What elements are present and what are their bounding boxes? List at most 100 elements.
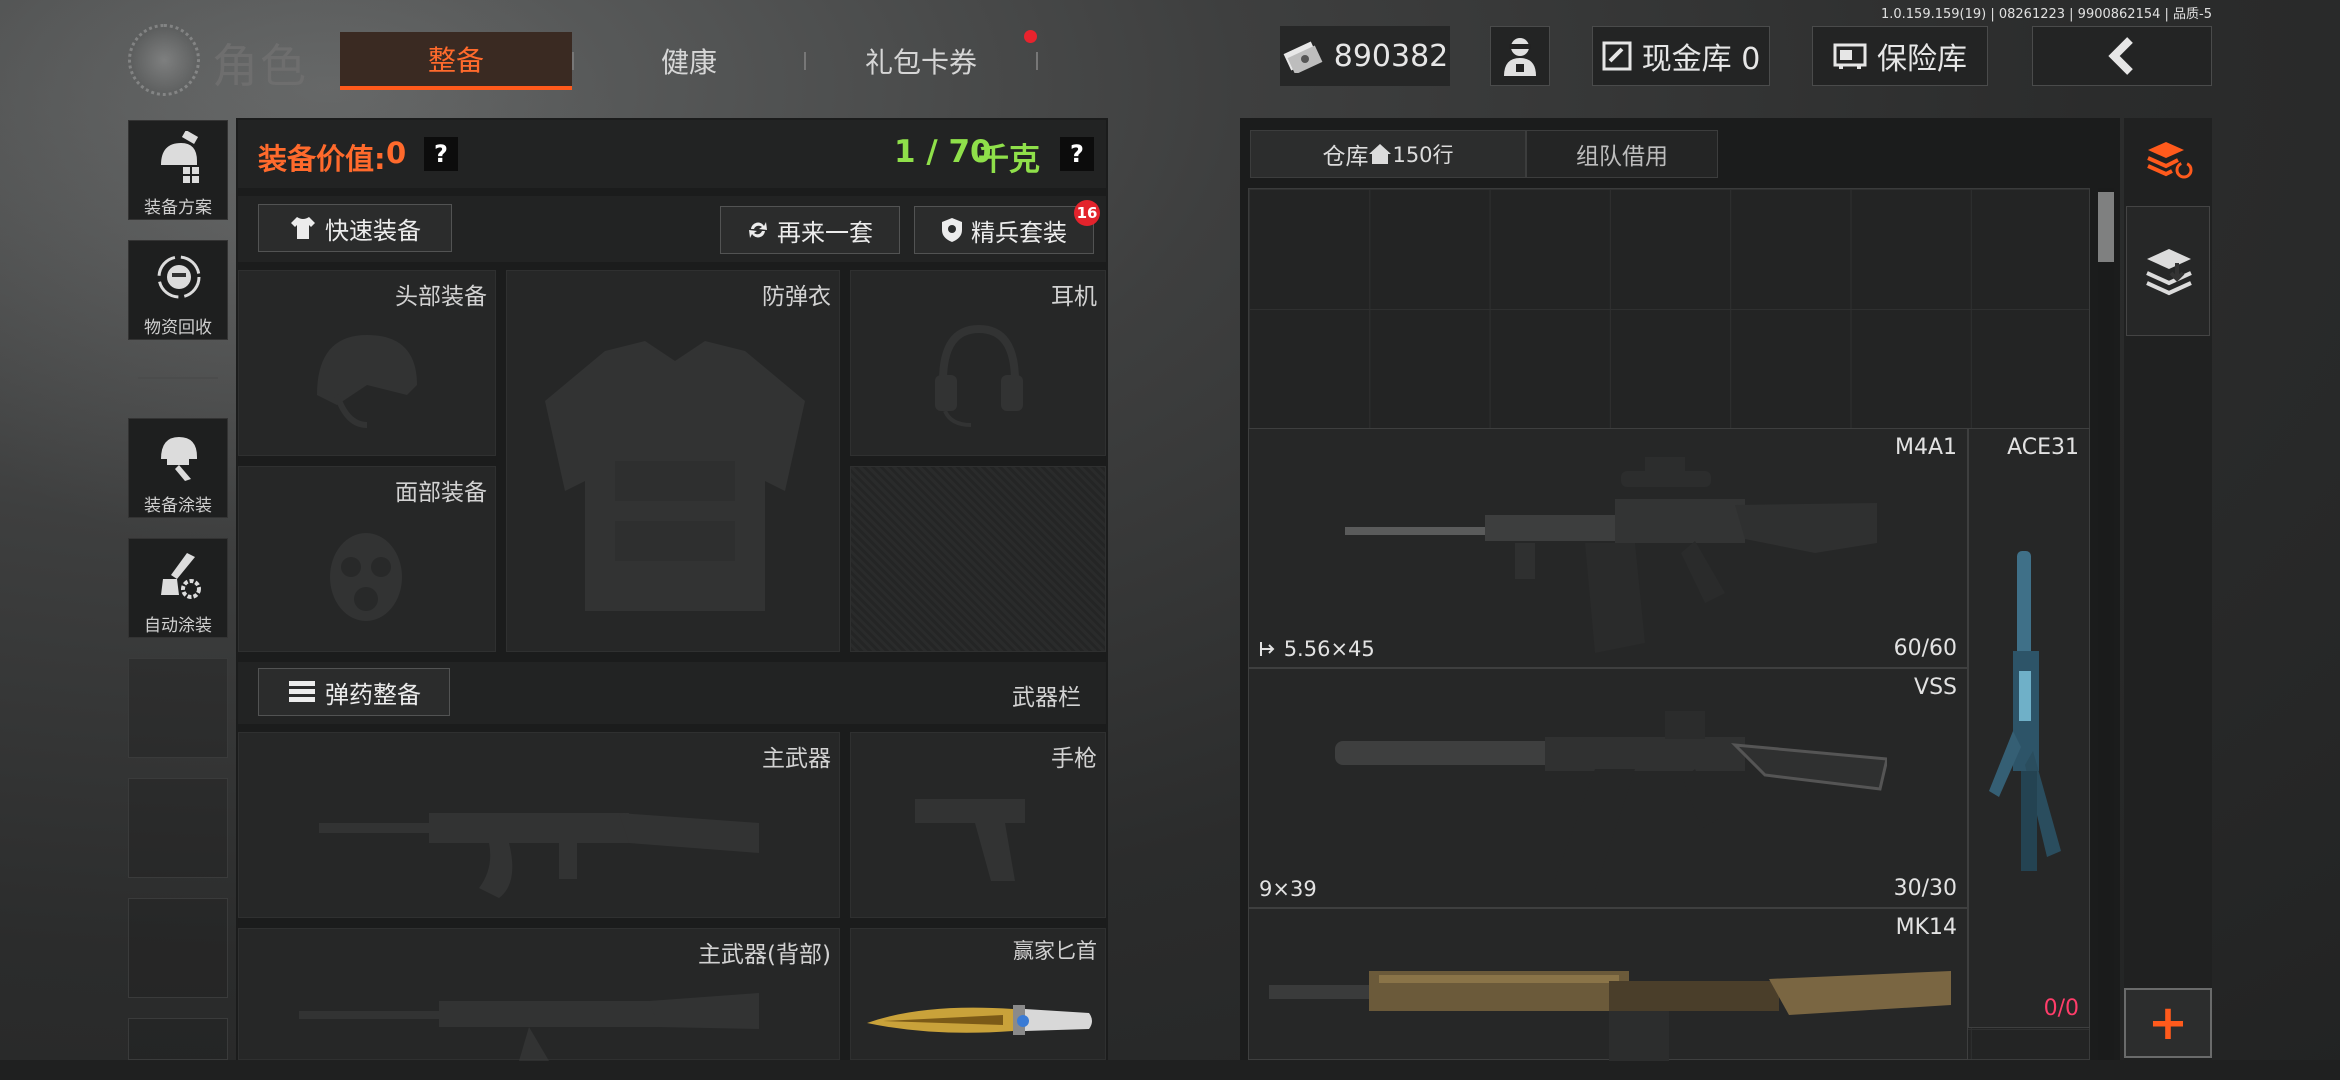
- sidebar-item-label: 装备涂装: [144, 496, 212, 516]
- weight-help-button[interactable]: ?: [1060, 137, 1094, 171]
- warehouse-scrollbar-thumb[interactable]: [2098, 192, 2114, 262]
- weight-unit: 千克: [978, 142, 1040, 178]
- slot-label: 面部装备: [395, 480, 487, 506]
- equip-again-button[interactable]: 再来一套: [720, 206, 900, 254]
- elite-set-button[interactable]: 精兵套装: [914, 206, 1094, 254]
- sidebar-empty-slot: [128, 778, 228, 878]
- elite-set-label: 精兵套装: [971, 218, 1067, 247]
- ammo-prep-label: 弹药整备: [325, 680, 421, 709]
- ammo-caliber-icon: [1260, 642, 1275, 656]
- slot-armor[interactable]: 防弹衣: [506, 270, 840, 652]
- recycle-face-icon: [157, 255, 201, 299]
- vss-rifle-icon: [1335, 711, 1887, 889]
- stack-refresh-icon: [2147, 142, 2193, 179]
- ammo-icon: [289, 681, 315, 702]
- equipment-value-label: 装备价值:: [258, 142, 386, 176]
- warehouse-scrollbar[interactable]: [2098, 188, 2114, 1060]
- shirt-icon: [291, 217, 315, 239]
- tab-loadout[interactable]: 整备: [340, 32, 572, 90]
- storage-rows: 150行: [1392, 143, 1454, 167]
- operator-button[interactable]: [1490, 26, 1550, 86]
- item-ammo-count: 0/0: [2043, 996, 2079, 1021]
- item-name: VSS: [1914, 675, 1957, 700]
- item-caliber: 9×39: [1259, 877, 1317, 901]
- tab-storage[interactable]: 仓库 150行: [1250, 130, 1526, 178]
- plus-icon: +: [2147, 995, 2189, 1051]
- slot-melee[interactable]: 赢家匕首: [850, 928, 1106, 1060]
- safe-icon: [1833, 43, 1867, 69]
- slot-label: 手枪: [1051, 746, 1097, 772]
- sidebar-item-recycle[interactable]: 物资回收: [128, 240, 228, 340]
- rifle-icon: [319, 813, 759, 898]
- warehouse-item-mk14[interactable]: MK14: [1248, 908, 1968, 1061]
- ammo-prep-button[interactable]: 弹药整备: [258, 668, 450, 716]
- sidebar-empty-slot: [128, 898, 228, 998]
- sidebar-item-auto-skin[interactable]: 自动涂装: [128, 538, 228, 638]
- m4a1-rifle-icon: [1345, 457, 1877, 653]
- item-ammo-count: 60/60: [1893, 636, 1957, 661]
- slot-headset[interactable]: 耳机: [850, 270, 1106, 456]
- slot-label: 耳机: [1051, 284, 1097, 310]
- elite-set-badge: 16: [1074, 200, 1100, 226]
- helmet-icon: [317, 335, 417, 428]
- slot-label: 防弹衣: [762, 284, 831, 310]
- slot-head[interactable]: 头部装备: [238, 270, 496, 456]
- sidebar-empty-slot: [128, 658, 228, 758]
- sidebar-item-label: 自动涂装: [144, 616, 212, 636]
- sidebar-divider: [138, 377, 218, 379]
- item-caliber-row: 5.56×45: [1259, 637, 1375, 661]
- weapon-bar-label: 武器栏: [1012, 685, 1081, 711]
- warehouse-item-vss[interactable]: VSS 9×39 30/30: [1248, 668, 1968, 908]
- tab-divider: [1036, 52, 1038, 70]
- stack-download-icon: [2146, 249, 2192, 296]
- globe-logo-icon: [128, 24, 200, 96]
- knife-icon: [867, 1005, 1092, 1035]
- back-arrow-icon: [2108, 37, 2133, 75]
- slot-face[interactable]: 面部装备: [238, 466, 496, 652]
- sidebar-item-label: 物资回收: [144, 318, 212, 338]
- refresh-icon: [749, 222, 767, 238]
- page-title: 角色: [212, 39, 308, 93]
- quick-equip-button[interactable]: 快速装备: [258, 204, 452, 252]
- helmet-wrench-icon: [161, 131, 199, 183]
- cash-vault-label: 现金库 0: [1641, 42, 1761, 77]
- item-name: M4A1: [1894, 435, 1957, 460]
- shield-icon: [942, 218, 962, 242]
- mk14-rifle-icon: [1269, 971, 1951, 1061]
- helmet-brush-icon: [161, 437, 197, 481]
- store-all-button[interactable]: [2126, 206, 2210, 336]
- version-text: 1.0.159.159(19) | 08261223 | 9900862154 …: [1880, 7, 2212, 22]
- sort-refresh-button[interactable]: [2126, 120, 2210, 204]
- currency-display[interactable]: 890382: [1280, 26, 1450, 86]
- item-name: MK14: [1895, 915, 1957, 940]
- slot-primary-weapon[interactable]: 主武器: [238, 732, 840, 918]
- tab-health[interactable]: 健康: [574, 32, 804, 90]
- slot-primary-weapon-back[interactable]: 主武器(背部): [238, 928, 840, 1061]
- back-button[interactable]: [2032, 26, 2212, 86]
- sidebar-item-loadout-plan[interactable]: 装备方案: [128, 120, 228, 220]
- warehouse-item-m4a1[interactable]: M4A1 5.56×45 60/60: [1248, 428, 1968, 668]
- body-armor-icon: [545, 341, 805, 611]
- insurance-vault-button[interactable]: 保险库: [1812, 26, 1988, 86]
- equipment-value: 0: [386, 136, 407, 170]
- sidebar-empty-slot: [128, 1018, 228, 1060]
- expand-storage-button[interactable]: +: [2124, 988, 2212, 1058]
- slot-label: 主武器: [762, 746, 831, 772]
- cash-vault-button[interactable]: 现金库 0: [1592, 26, 1770, 86]
- gas-mask-icon: [330, 533, 402, 621]
- sidebar-item-equipment-skin[interactable]: 装备涂装: [128, 418, 228, 518]
- slot-pistol[interactable]: 手枪: [850, 732, 1106, 918]
- equipment-value-help-button[interactable]: ?: [424, 137, 458, 171]
- warehouse-item-ace31[interactable]: ACE31 0/0: [1968, 428, 2090, 1028]
- tab-gift-coupons[interactable]: 礼包卡券: [806, 32, 1036, 90]
- rifle-icon: [299, 993, 759, 1061]
- brush-gear-icon: [161, 553, 201, 599]
- operator-icon: [1504, 38, 1536, 76]
- sidebar-item-label: 装备方案: [144, 198, 212, 218]
- cash-icon: [1283, 41, 1323, 73]
- tab-team-borrow[interactable]: 组队借用: [1526, 130, 1718, 178]
- vault-icon: [1602, 41, 1632, 71]
- item-name: ACE31: [2007, 435, 2079, 460]
- item-caliber: 5.56×45: [1283, 637, 1375, 661]
- slot-label: 头部装备: [395, 284, 487, 310]
